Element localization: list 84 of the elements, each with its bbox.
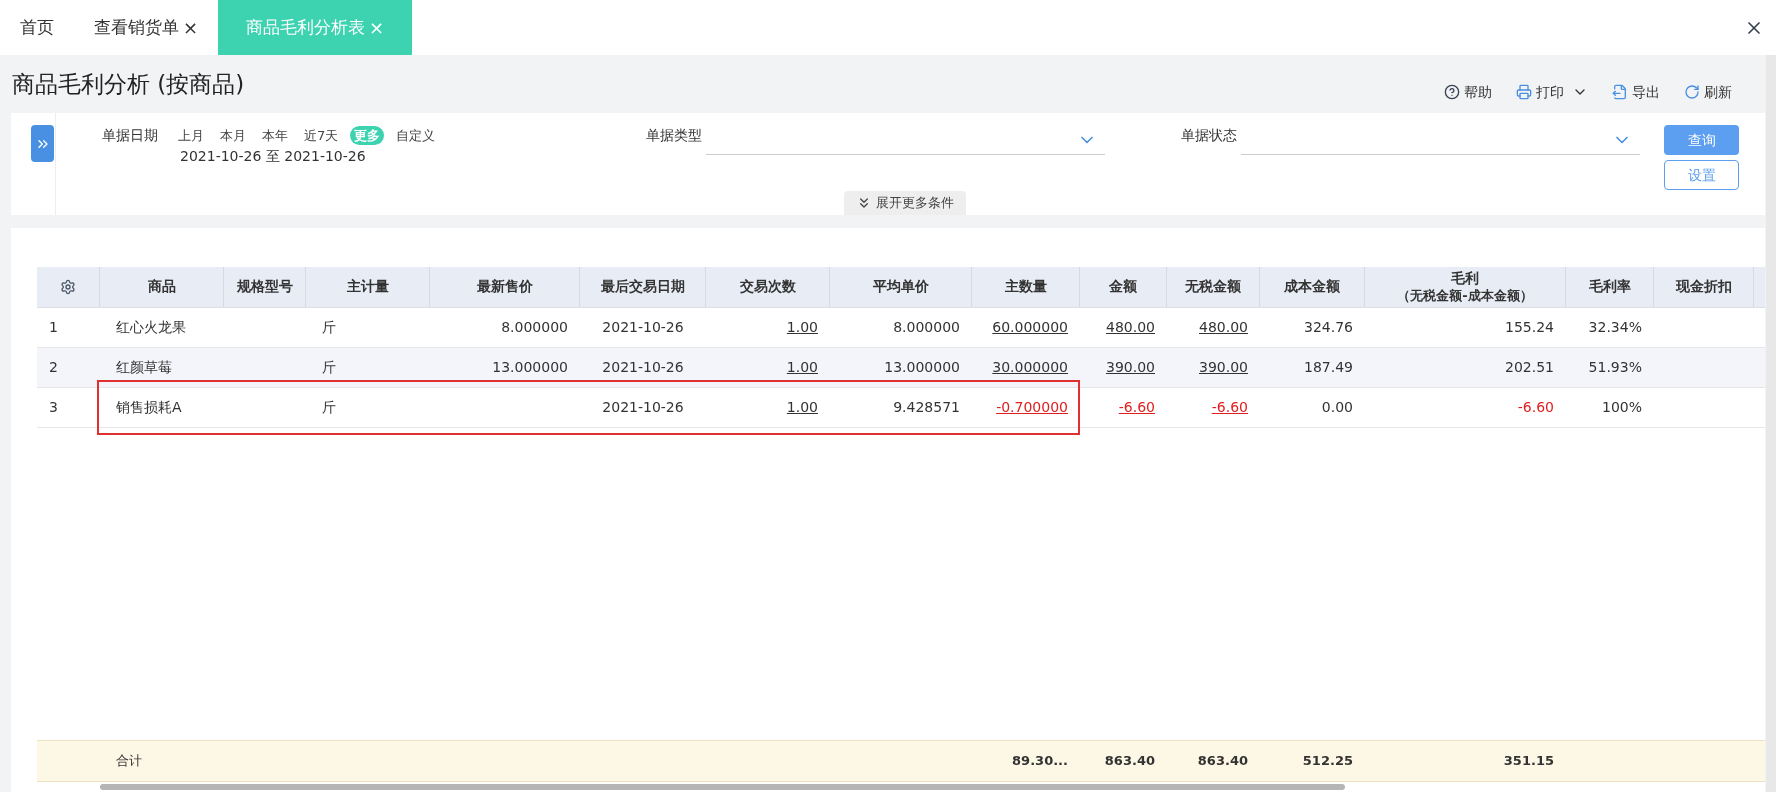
column-header: 主数量 [1004, 278, 1047, 296]
table-cell-text: 9.428571 [893, 398, 960, 417]
table-cell[interactable]: 480.00 [1199, 317, 1248, 338]
toolbar-button[interactable]: 刷新 [1684, 81, 1732, 103]
table-cell-text: 8.000000 [893, 318, 960, 337]
table-cell-text: 155.24 [1505, 318, 1554, 337]
table-cell-text: 0.00 [1321, 398, 1353, 417]
table-cell-text: 2021-10-26 [602, 358, 684, 377]
scrollbar[interactable] [1766, 55, 1776, 792]
table-cell-text: 斤 [322, 398, 336, 417]
column-header: 主计量 [346, 278, 389, 296]
tab[interactable]: 首页 [0, 0, 74, 55]
export-icon [1612, 84, 1628, 100]
date-preset-chip[interactable]: 本年 [258, 125, 292, 146]
toolbar-button[interactable]: 导出 [1612, 81, 1660, 103]
table-cell-text: 2021-10-26 [602, 318, 684, 337]
table-cell[interactable]: 1.00 [786, 357, 818, 378]
total-cell-text: 351.15 [1503, 752, 1554, 771]
table-cell-text: 3 [49, 398, 58, 417]
date-preset-chip[interactable]: 自定义 [392, 125, 440, 146]
table-cell[interactable]: 60.000000 [992, 317, 1068, 338]
column-header: 无税金额 [1185, 278, 1241, 296]
column-header: 最后交易日期 [600, 278, 685, 296]
column-header: 规格型号 [236, 278, 293, 296]
table-cell[interactable]: 480.00 [1106, 317, 1155, 338]
toolbar-button[interactable]: 打印 [1516, 81, 1588, 103]
scrollbar[interactable] [100, 784, 1345, 790]
total-cell-text: 863.40 [1197, 752, 1248, 771]
table-cell-text: 1 [49, 318, 58, 337]
column-header: 现金折扣 [1675, 278, 1732, 296]
table-cell[interactable]: -6.60 [1211, 397, 1248, 418]
expand-sidebar-button[interactable] [31, 125, 54, 162]
filter-label: 单据日期 [102, 126, 158, 145]
table-cell-text: 202.51 [1505, 358, 1554, 377]
column-header: 成本金额 [1284, 278, 1340, 296]
total-cell-text: 863.40 [1104, 752, 1155, 771]
table-cell[interactable]: -0.700000 [996, 397, 1068, 418]
table-cell-text: 51.93% [1588, 358, 1642, 377]
table-cell-text: 斤 [322, 318, 336, 337]
table-cell-text: 斤 [322, 358, 336, 377]
table-cell-text: 13.000000 [884, 358, 960, 377]
table-cell-text: 2 [49, 358, 58, 377]
table-cell-text: 销售损耗A [116, 398, 182, 417]
refresh-icon [1684, 84, 1700, 100]
column-header: 平均单价 [872, 278, 929, 296]
total-cell-text: 89.30... [1012, 752, 1068, 771]
table-cell[interactable]: -6.60 [1118, 397, 1155, 418]
column-header: 商品 [147, 278, 176, 296]
total-cell-text: 512.25 [1302, 752, 1353, 771]
column-header: 毛利率 [1588, 278, 1631, 296]
table-cell[interactable]: 30.000000 [992, 357, 1068, 378]
date-preset-chip[interactable]: 上月 [174, 125, 208, 146]
settings-icon[interactable] [60, 279, 76, 295]
column-header: 毛利 [1451, 270, 1479, 288]
table-cell-text: 13.000000 [492, 358, 568, 377]
table-cell-text: 100% [1601, 398, 1642, 417]
table-cell-text: -6.60 [1517, 398, 1554, 417]
table-cell-text: 红颜草莓 [116, 358, 172, 377]
table-cell-text: 2021-10-26 [602, 398, 684, 417]
date-preset-chip[interactable]: 近7天 [300, 125, 343, 146]
date-preset-chip[interactable]: 本月 [216, 125, 250, 146]
table-cell[interactable]: 1.00 [786, 397, 818, 418]
filter-label: 单据状态 [1180, 126, 1238, 145]
table-cell-text: 187.49 [1304, 358, 1353, 377]
table-cell-text: 32.34% [1588, 318, 1642, 337]
total-cell-text: 合计 [116, 752, 142, 771]
table-cell[interactable]: 1.00 [786, 317, 818, 338]
help-icon [1444, 84, 1460, 100]
column-header: 金额 [1109, 278, 1137, 296]
date-range: 2021-10-26 至 2021-10-26 [179, 147, 367, 166]
table-cell-text: 324.76 [1304, 318, 1353, 337]
table-cell[interactable]: 390.00 [1106, 357, 1155, 378]
page-title: 商品毛利分析 (按商品) [12, 69, 245, 99]
table-cell[interactable]: 390.00 [1199, 357, 1248, 378]
table-cell-text: 8.000000 [501, 318, 568, 337]
filter-label: 单据类型 [645, 126, 703, 145]
column-header: 最新售价 [476, 278, 533, 296]
table-cell-text: 红心火龙果 [116, 318, 186, 337]
printer-icon [1516, 84, 1532, 100]
toolbar-button[interactable]: 帮助 [1444, 81, 1492, 103]
expand-conditions-button[interactable]: 展开更多条件 [844, 191, 966, 215]
tab[interactable]: 查看销货单 × [74, 0, 219, 55]
column-subheader: （无税金额-成本金额） [1397, 287, 1533, 304]
column-header: 交易次数 [739, 278, 796, 296]
